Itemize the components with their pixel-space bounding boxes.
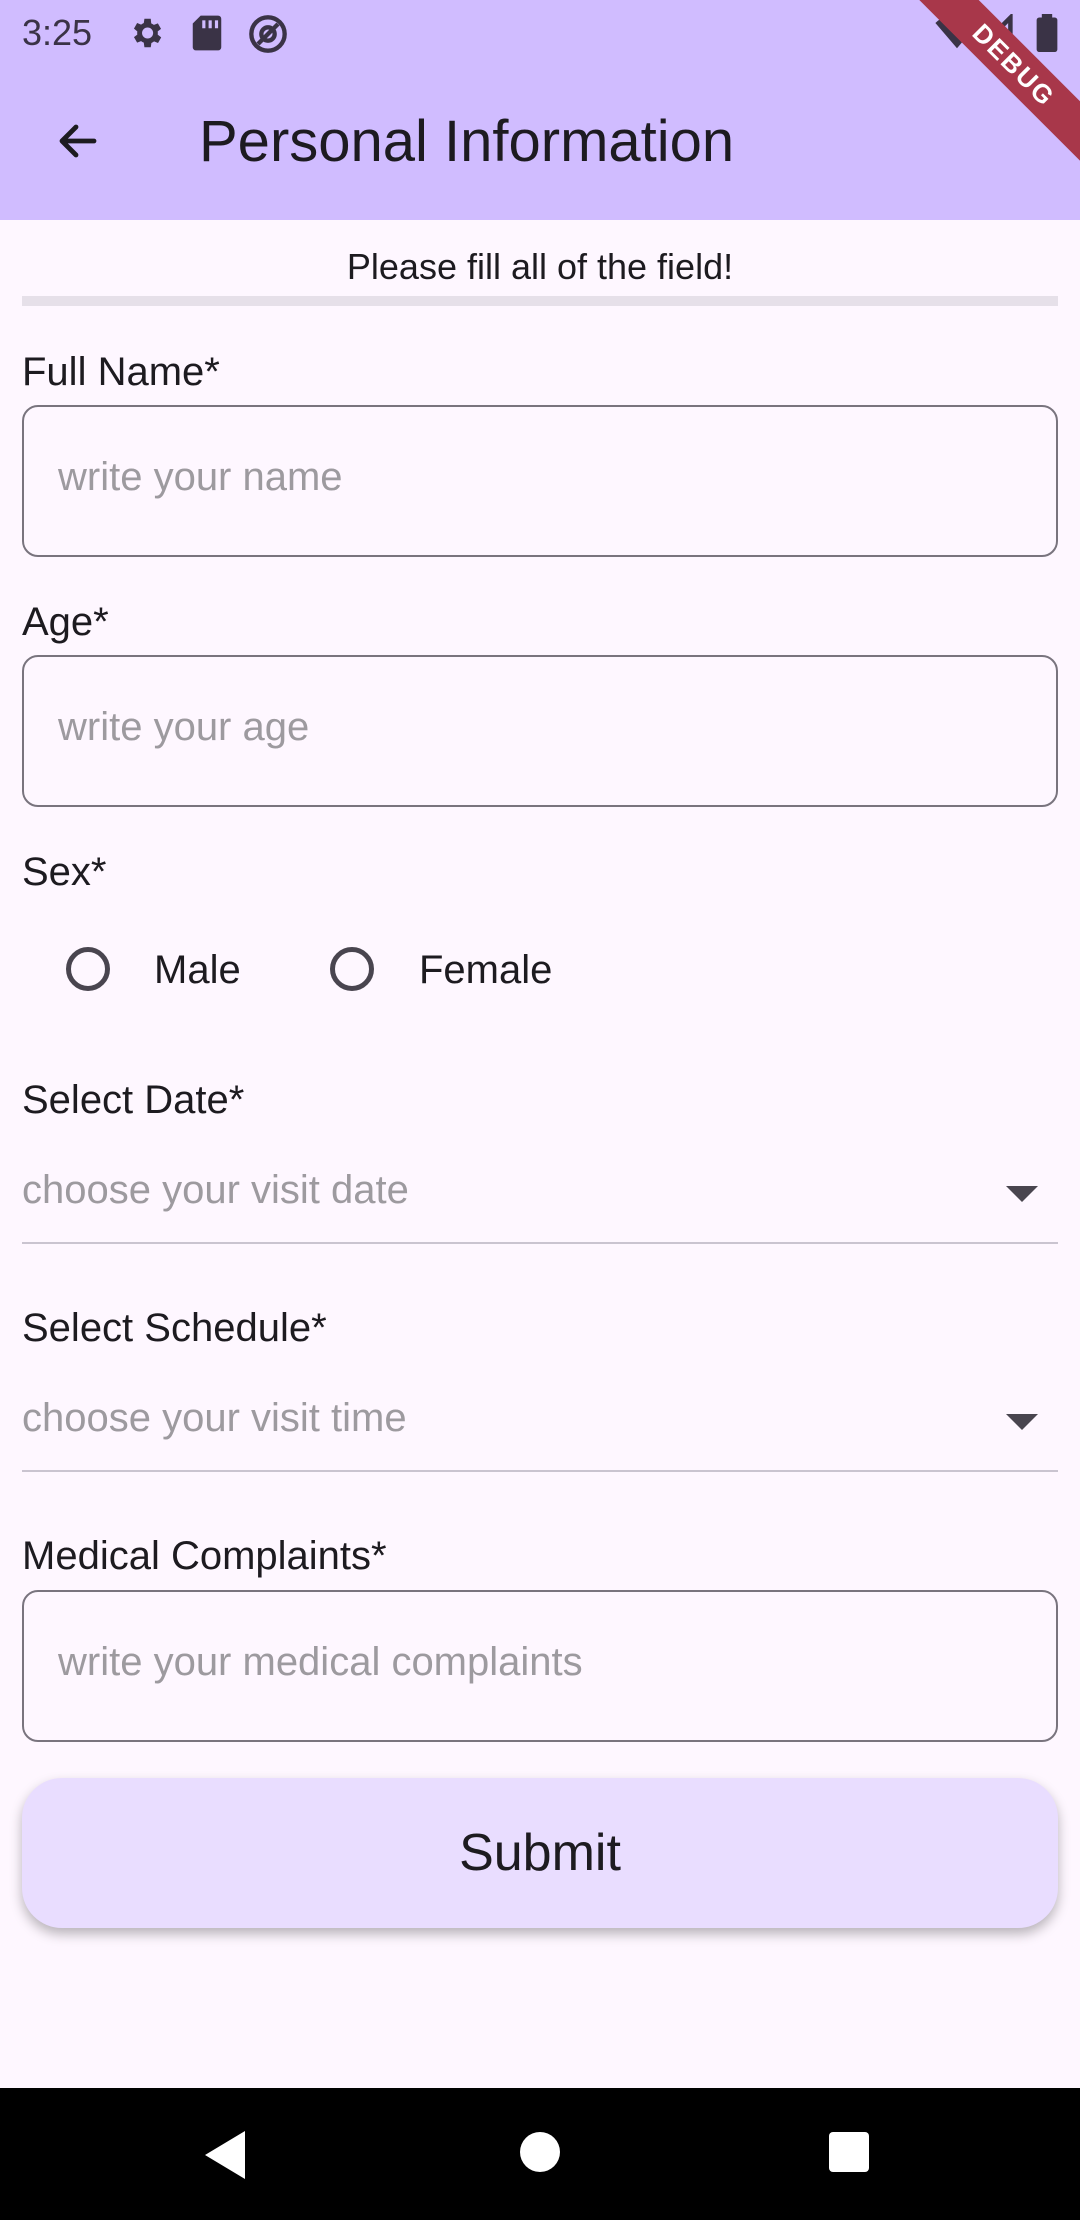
schedule-dropdown[interactable]: choose your visit time bbox=[22, 1384, 1058, 1472]
radio-male-label[interactable]: Male bbox=[154, 948, 241, 993]
status-time: 3:25 bbox=[22, 12, 93, 53]
full-name-field[interactable]: write your name bbox=[22, 405, 1058, 557]
radio-female[interactable] bbox=[330, 947, 374, 991]
nav-back-icon[interactable] bbox=[205, 2131, 245, 2179]
age-placeholder: write your age bbox=[58, 705, 310, 749]
status-bar: 3:25 bbox=[0, 0, 1080, 66]
medical-complaints-label: Medical Complaints* bbox=[22, 1534, 387, 1578]
dropdown-arrow-icon bbox=[1006, 1414, 1038, 1430]
nav-recents-icon[interactable] bbox=[829, 2132, 869, 2172]
radio-female-label[interactable]: Female bbox=[419, 948, 552, 993]
sd-card-icon bbox=[190, 14, 224, 57]
medical-complaints-field[interactable]: write your medical complaints bbox=[22, 1590, 1058, 1742]
arrow-back-icon bbox=[54, 117, 102, 170]
back-button[interactable] bbox=[40, 105, 116, 181]
date-dropdown[interactable]: choose your visit date bbox=[22, 1156, 1058, 1244]
app-bar: 3:25 Personal Information DEBUG bbox=[0, 0, 1080, 220]
select-date-label: Select Date* bbox=[22, 1078, 245, 1122]
form-notice: Please fill all of the field! bbox=[346, 246, 734, 287]
notice-divider bbox=[22, 296, 1058, 306]
dropdown-arrow-icon bbox=[1006, 1186, 1038, 1202]
at-sign-icon bbox=[248, 14, 288, 59]
full-name-placeholder: write your name bbox=[58, 455, 343, 499]
age-label: Age* bbox=[22, 600, 109, 644]
age-field[interactable]: write your age bbox=[22, 655, 1058, 807]
submit-button[interactable]: Submit bbox=[22, 1778, 1058, 1928]
system-nav-bar bbox=[0, 2088, 1080, 2220]
date-placeholder: choose your visit date bbox=[22, 1168, 409, 1212]
nav-home-icon[interactable] bbox=[520, 2132, 560, 2172]
gear-icon bbox=[127, 14, 165, 57]
full-name-label: Full Name* bbox=[22, 350, 220, 394]
battery-icon bbox=[1036, 14, 1058, 57]
select-schedule-label: Select Schedule* bbox=[22, 1306, 327, 1350]
schedule-placeholder: choose your visit time bbox=[22, 1396, 407, 1440]
page-title: Personal Information bbox=[199, 109, 735, 174]
sex-label: Sex* bbox=[22, 850, 107, 894]
radio-male[interactable] bbox=[66, 947, 110, 991]
medical-complaints-placeholder: write your medical complaints bbox=[58, 1640, 583, 1684]
